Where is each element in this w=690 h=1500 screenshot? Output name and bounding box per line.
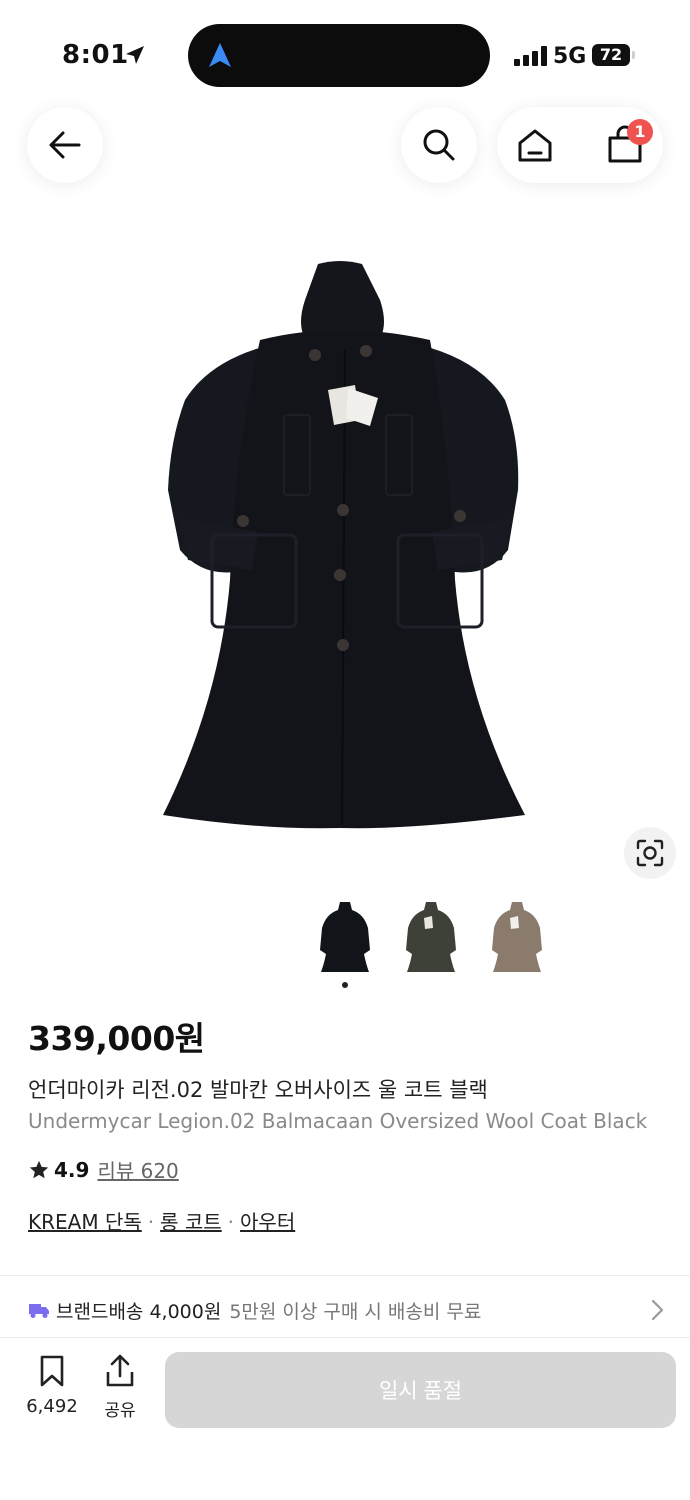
thumbnail-olive[interactable] [402,898,460,976]
thumbnail-taupe[interactable] [488,898,546,976]
divider [0,1275,690,1276]
reviews-link[interactable]: 리뷰 620 [97,1155,178,1184]
delivery-note: 5만원 이상 구매 시 배송비 무료 [229,1300,482,1323]
star-icon [29,1160,49,1178]
nav-pill: 1 [497,107,663,183]
chevron-right-icon [651,1299,664,1321]
network-type: 5G [553,44,587,69]
bookmark-icon [40,1355,64,1387]
share-button[interactable]: 공유 [96,1354,144,1421]
product-price: 339,000원 [28,1019,205,1058]
share-icon [106,1354,134,1387]
thumbnail-coat-shape [492,902,542,972]
lens-scan-icon [636,839,664,867]
location-arrow-icon [126,46,144,64]
tag-kream-exclusive[interactable]: KREAM 단독 [28,1210,142,1234]
carousel-indicator-dot [342,982,348,988]
sold-out-button[interactable]: 일시 품절 [165,1352,676,1428]
status-time: 8:01 [62,40,129,70]
battery-cap [632,51,635,59]
tag-separator: · [147,1210,155,1234]
dynamic-island [188,24,490,87]
image-search-button[interactable] [624,827,676,879]
battery-level: 72 [599,45,623,64]
cart-count-badge: 1 [627,119,653,145]
share-label: 공유 [104,1401,136,1421]
thumbnail-black[interactable] [316,898,374,976]
battery-icon: 72 [592,44,630,66]
divider [0,1337,690,1338]
back-arrow-icon [49,131,81,159]
product-name-english: Undermycar Legion.02 Balmacaan Oversized… [28,1109,648,1133]
navigation-arrow-icon [209,43,231,67]
thumbnail-coat-shape [320,902,370,972]
delivery-info-row[interactable]: 브랜드배송 4,000원 5만원 이상 구매 시 배송비 무료 [28,1295,668,1325]
thumbnail-coat-shape [406,902,456,972]
product-tags: KREAM 단독 · 롱 코트 · 아우터 [28,1206,295,1235]
cellular-signal-icon [514,46,548,66]
product-rating: 4.9 리뷰 620 [28,1155,179,1184]
bookmark-button[interactable]: 6,492 [22,1354,82,1417]
home-icon[interactable] [515,126,555,166]
truck-icon [29,1304,49,1318]
search-button[interactable] [401,107,477,183]
tag-separator: · [227,1210,235,1234]
status-bar: 8:01 5G 72 [0,0,690,100]
tag-long-coat[interactable]: 롱 코트 [160,1210,222,1234]
tag-outer[interactable]: 아우터 [240,1210,295,1234]
rating-score: 4.9 [54,1157,90,1182]
product-name-korean: 언더마이카 리전.02 발마칸 오버사이즈 울 코트 블랙 [28,1078,488,1102]
bookmark-count: 6,492 [26,1396,78,1417]
product-image[interactable] [150,250,540,840]
search-icon [423,129,455,161]
delivery-label: 브랜드배송 4,000원 [56,1300,222,1323]
back-button[interactable] [27,107,103,183]
